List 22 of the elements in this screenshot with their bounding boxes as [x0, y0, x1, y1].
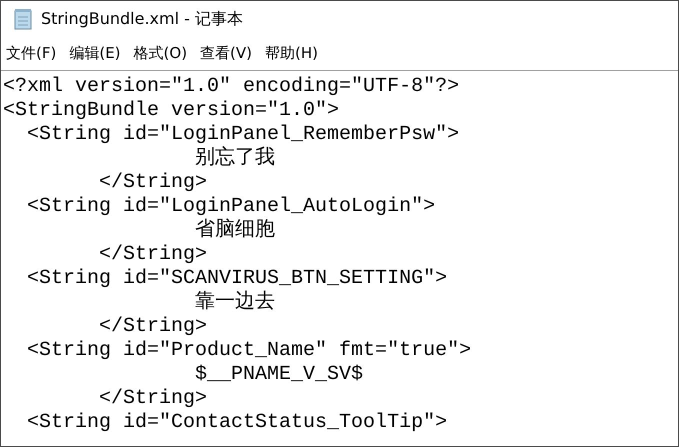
code-line: <String id="LoginPanel_RememberPsw"> — [26, 123, 460, 146]
code-line: </String> — [98, 315, 208, 339]
menu-item[interactable]: 编辑(E) — [68, 42, 122, 65]
code-line: <?xml version="1.0" encoding="UTF-8"?> — [3, 75, 460, 99]
code-line: </String> — [98, 243, 208, 267]
code-line: 靠一边去 — [194, 291, 276, 315]
code-line: <StringBundle version="1.0"> — [3, 99, 340, 123]
code-line: <String id="Product_Name" fmt="true"> — [26, 339, 472, 363]
menu-item[interactable]: 格式(O) — [132, 42, 188, 65]
notepad-icon — [13, 8, 33, 30]
window-title: StringBundle.xml - 记事本 — [41, 8, 243, 30]
code-line: </String> — [98, 387, 208, 411]
code-line: </String> — [98, 171, 208, 195]
code-line: 省脑细胞 — [194, 219, 276, 243]
menu-item[interactable]: 查看(V) — [199, 42, 254, 65]
code-line: $__PNAME_V_SV$ — [194, 363, 364, 387]
code-line: <String id="SCANVIRUS_BTN_SETTING"> — [26, 267, 448, 290]
code-line: 别忘了我 — [194, 147, 276, 171]
code-line: <String id="ContactStatus_ToolTip"> — [26, 411, 448, 435]
menu-item[interactable]: 文件(F) — [5, 42, 58, 65]
code-line: <String id="LoginPanel_AutoLogin"> — [26, 195, 436, 218]
menu-item[interactable]: 帮助(H) — [264, 42, 319, 65]
